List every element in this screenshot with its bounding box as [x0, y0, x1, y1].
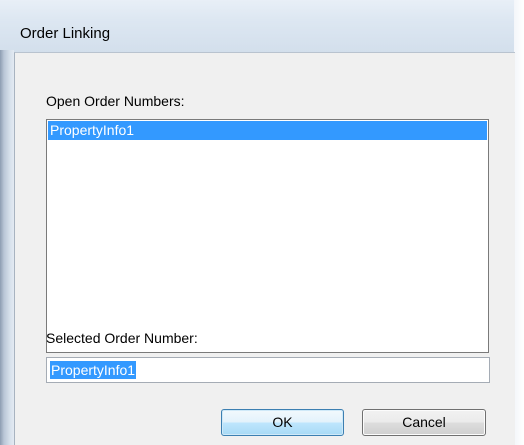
order-linking-dialog: Order Linking Open Order Numbers: Proper…	[0, 0, 524, 445]
dialog-client-area: Open Order Numbers: PropertyInfo1 Select…	[14, 52, 515, 445]
list-item[interactable]: PropertyInfo1	[48, 121, 487, 140]
title-bar[interactable]: Order Linking	[0, 0, 524, 52]
selected-order-input[interactable]: PropertyInfo1	[46, 357, 490, 383]
window-right-edge	[514, 0, 524, 445]
ok-button[interactable]: OK	[221, 409, 344, 436]
cancel-button[interactable]: Cancel	[362, 409, 486, 436]
window-left-border	[0, 50, 14, 445]
open-orders-label: Open Order Numbers:	[46, 93, 185, 109]
selected-order-label: Selected Order Number:	[46, 330, 198, 346]
selected-order-value: PropertyInfo1	[50, 361, 137, 379]
open-orders-listbox[interactable]: PropertyInfo1	[46, 119, 489, 353]
window-title: Order Linking	[20, 25, 111, 42]
